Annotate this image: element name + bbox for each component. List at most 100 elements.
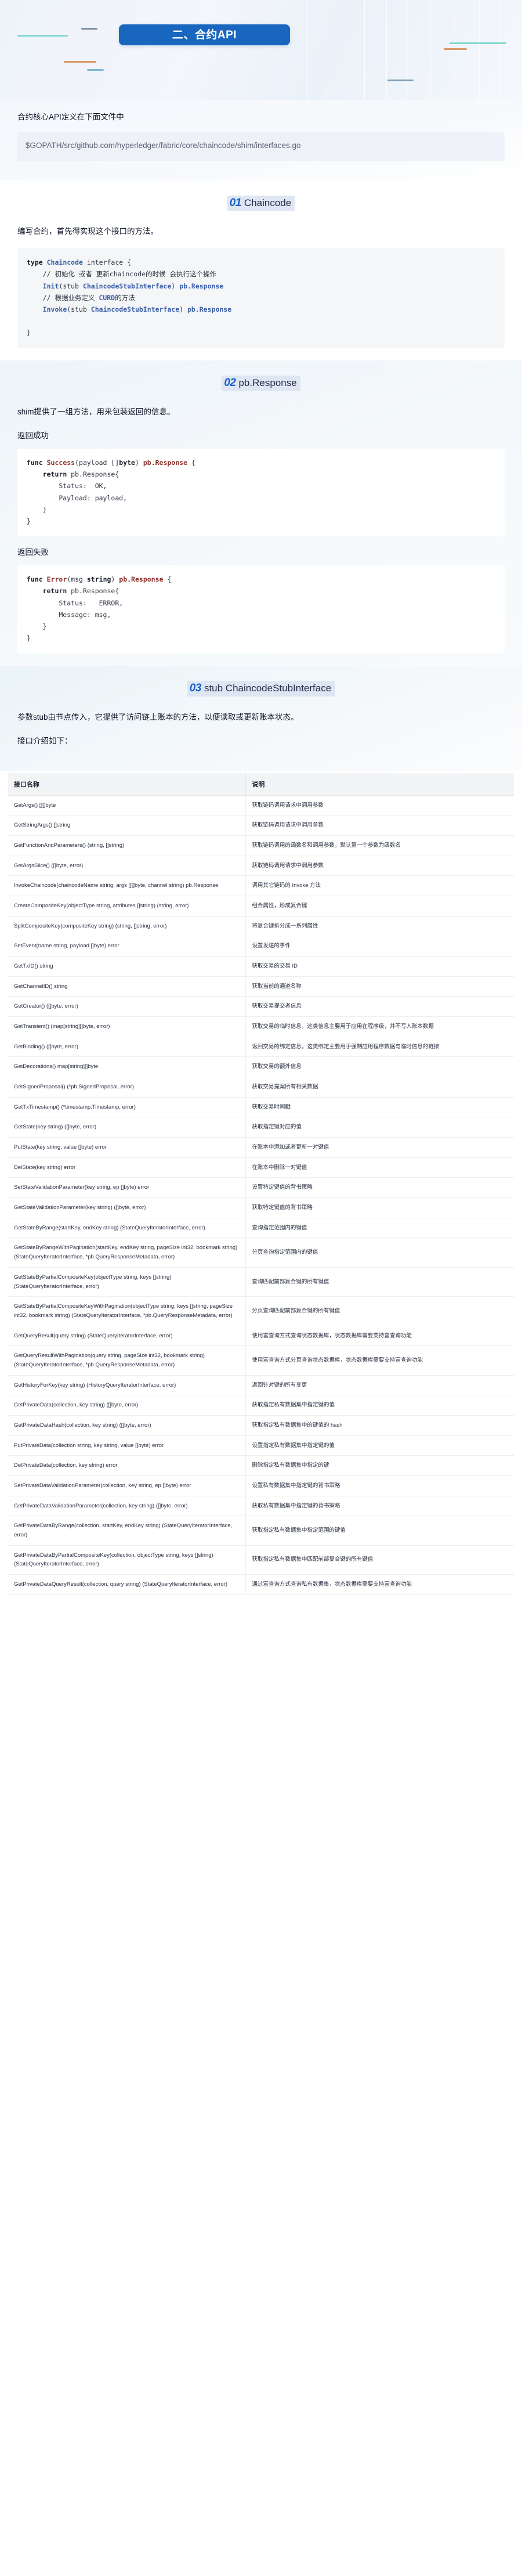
api-desc-cell: 设置特定键值的背书策略 <box>245 1177 514 1199</box>
section-03-heading: 03 stub ChaincodeStubInterface <box>17 681 505 697</box>
api-name-cell: GetArgs() [][]byte <box>8 795 246 816</box>
table-row: DelState(key string) error 在账本中删除一对键值 <box>8 1157 514 1178</box>
api-desc-cell: 获取当前的通道名称 <box>245 976 514 997</box>
api-name-cell: GetStateByPartialCompositeKeyWithPaginat… <box>8 1296 246 1326</box>
table-row: GetPrivateDataByPartialCompositeKey(coll… <box>8 1545 514 1575</box>
api-desc-cell: 获取交易提案所有相关数据 <box>245 1077 514 1098</box>
section-02-pb-response: 02 pb.Response shim提供了一组方法，用来包装返回的信息。 返回成… <box>0 360 522 666</box>
api-name-cell: GetPrivateDataHash(collection, key strin… <box>8 1415 246 1436</box>
table-row: GetStateByRangeWithPagination(startKey, … <box>8 1238 514 1268</box>
table-row: GetTxTimestamp() (*timestamp.Timestamp, … <box>8 1097 514 1118</box>
section-01-paragraph: 编写合约，首先得实现这个接口的方法。 <box>17 227 158 236</box>
api-name-cell: GetStringArgs() []string <box>8 815 246 836</box>
api-desc-cell: 获取链码调用请求中调用参数 <box>245 856 514 876</box>
decor-dash-orange-2 <box>444 48 467 50</box>
api-desc-cell: 将复合键拆分成一系列属性 <box>245 916 514 937</box>
table-row: GetHistoryForKey(key string) (HistoryQue… <box>8 1375 514 1396</box>
api-desc-cell: 获取交易的额外信息 <box>245 1056 514 1078</box>
api-name-cell: GetSignedProposal() (*pb.SignedProposal,… <box>8 1077 246 1098</box>
api-desc-cell: 调用其它链码的 Invoke 方法 <box>245 875 514 897</box>
table-row: GetChannelID() string 获取当前的通道名称 <box>8 976 514 997</box>
table-row: CreateCompositeKey(objectType string, at… <box>8 896 514 917</box>
api-desc-cell: 获取私有数据集中指定键的背书策略 <box>245 1496 514 1517</box>
error-func-code: func Error(msg string) pb.Response { ret… <box>17 565 505 654</box>
api-desc-cell: 获取指定私有数据集中指定键的值 <box>245 1395 514 1416</box>
section-02-title: pb.Response <box>238 377 297 389</box>
api-name-cell: GetPrivateDataByPartialCompositeKey(coll… <box>8 1545 246 1575</box>
api-name-cell: GetPrivateDataValidationParameter(collec… <box>8 1496 246 1517</box>
section-02-paragraph: shim提供了一组方法，用来包装返回的信息。 <box>17 407 175 416</box>
success-func-code: func Success(payload []byte) pb.Response… <box>17 449 505 536</box>
api-desc-cell: 获取指定键对应的值 <box>245 1117 514 1138</box>
api-name-cell: GetTransient() (map[string][]byte, error… <box>8 1016 246 1037</box>
table-header-row: 接口名称 说明 <box>8 773 514 796</box>
api-name-cell: GetTxTimestamp() (*timestamp.Timestamp, … <box>8 1097 246 1118</box>
table-row: PutState(key string, value []byte) error… <box>8 1137 514 1158</box>
table-header-desc: 说明 <box>245 773 514 796</box>
api-desc-cell: 获取交易的临时信息，这类信息主要用于应用在程序级，并不写入账本数据 <box>245 1016 514 1037</box>
api-name-cell: GetQueryResultWithPagination(query strin… <box>8 1345 246 1376</box>
table-row: GetStringArgs() []string 获取链码调用请求中调用参数 <box>8 815 514 836</box>
api-desc-cell: 设置指定私有数据集中指定键的值 <box>245 1435 514 1456</box>
api-name-cell: PutState(key string, value []byte) error <box>8 1137 246 1158</box>
table-row: GetStateByRange(startKey, endKey string)… <box>8 1218 514 1239</box>
api-desc-cell: 获取链码调用请求中调用参数 <box>245 815 514 836</box>
api-name-cell: GetCreator() ([]byte, error) <box>8 996 246 1018</box>
api-desc-cell: 获取链码调用的函数名和调用参数，默认第一个参数为函数名 <box>245 835 514 856</box>
table-row: GetArgsSlice() ([]byte, error) 获取链码调用请求中调… <box>8 856 514 876</box>
api-desc-cell: 获取交易的交易 ID <box>245 956 514 977</box>
table-row: GetPrivateDataByRange(collection, startK… <box>8 1516 514 1546</box>
error-label: 返回失败 <box>17 547 49 557</box>
api-name-cell: GetStateValidationParameter(key string) … <box>8 1197 246 1218</box>
success-label: 返回成功 <box>17 431 49 440</box>
section-03-stub: 03 stub ChaincodeStubInterface 参数stub由节点传… <box>0 666 522 771</box>
decor-dash-teal-1 <box>17 35 68 37</box>
table-row: GetCreator() ([]byte, error) 获取交易提交者信息 <box>8 996 514 1018</box>
api-desc-cell: 获取指定私有数据集中的键值的 hash <box>245 1415 514 1436</box>
interfaces-path-block: $GOPATH/src/github.com/hyperledger/fabri… <box>17 132 505 161</box>
table-row: GetStateByPartialCompositeKeyWithPaginat… <box>8 1296 514 1326</box>
table-row: GetPrivateDataQueryResult(collection, qu… <box>8 1574 514 1595</box>
table-row: GetFunctionAndParameters() (string, []st… <box>8 835 514 856</box>
api-name-cell: GetArgsSlice() ([]byte, error) <box>8 856 246 876</box>
table-row: GetState(key string) ([]byte, error) 获取指定… <box>8 1117 514 1138</box>
api-desc-cell: 查询匹配前部复合键的所有键值 <box>245 1267 514 1297</box>
decor-dash-steel-1 <box>387 80 414 81</box>
api-desc-cell: 分页查询匹配前部复合键的所有键值 <box>245 1296 514 1326</box>
hero-banner: 二、合约API <box>119 24 290 45</box>
api-desc-cell: 设置私有数据集中指定键的背书策略 <box>245 1475 514 1496</box>
table-row: GetStateValidationParameter(key string) … <box>8 1197 514 1218</box>
api-table: 接口名称 说明 GetArgs() [][]byte 获取链码调用请求中调用参数 G… <box>8 773 514 1595</box>
section-01-chaincode: 01 Chaincode 编写合约，首先得实现这个接口的方法。 type Chai… <box>0 180 522 361</box>
section-02-heading: 02 pb.Response <box>17 376 505 391</box>
api-name-cell: GetState(key string) ([]byte, error) <box>8 1117 246 1138</box>
section-01-number: 01 <box>229 196 242 209</box>
api-desc-cell: 获取特定键值的背书策略 <box>245 1197 514 1218</box>
table-row: GetStateByPartialCompositeKey(objectType… <box>8 1267 514 1297</box>
api-desc-cell: 获取链码调用请求中调用参数 <box>245 795 514 816</box>
api-desc-cell: 获取指定私有数据集中匹配前部复合键的所有键值 <box>245 1545 514 1575</box>
api-name-cell: GetTxID() string <box>8 956 246 977</box>
table-row: GetPrivateData(collection, key string) (… <box>8 1395 514 1416</box>
table-row: DelPrivateData(collection, key string) e… <box>8 1455 514 1476</box>
api-name-cell: GetFunctionAndParameters() (string, []st… <box>8 835 246 856</box>
api-desc-cell: 组合属性，形成复合键 <box>245 896 514 917</box>
article-page: 二、合约API 合约核心API定义在下面文件中 $GOPATH/src/gith… <box>0 0 522 1612</box>
section-01-heading: 01 Chaincode <box>17 195 505 211</box>
api-name-cell: GetPrivateDataByRange(collection, startK… <box>8 1516 246 1546</box>
decor-dash-blue-1 <box>87 69 104 71</box>
table-row: GetDecorations() map[string][]byte 获取交易的额… <box>8 1056 514 1078</box>
table-row: GetQueryResultWithPagination(query strin… <box>8 1345 514 1376</box>
api-desc-cell: 通过富查询方式查询私有数据集，状态数据库需要支持富查询功能 <box>245 1574 514 1595</box>
api-name-cell: GetChannelID() string <box>8 976 246 997</box>
chaincode-interface-code: type Chaincode interface { // 初始化 或者 更新c… <box>17 248 505 348</box>
api-desc-cell: 获取指定私有数据集中指定范围的键值 <box>245 1516 514 1546</box>
api-name-cell: GetStateByPartialCompositeKey(objectType… <box>8 1267 246 1297</box>
api-name-cell: SetEvent(name string, payload []byte) er… <box>8 936 246 957</box>
api-name-cell: GetQueryResult(query string) (StateQuery… <box>8 1326 246 1347</box>
api-name-cell: PutPrivateData(collection string, key st… <box>8 1435 246 1456</box>
api-desc-cell: 获取交易提交者信息 <box>245 996 514 1018</box>
table-row: SetStateValidationParameter(key string, … <box>8 1177 514 1199</box>
api-name-cell: GetBinding() ([]byte, error) <box>8 1037 246 1058</box>
api-desc-cell: 使用富查询方式查询状态数据库，状态数据库需要支持富查询功能 <box>245 1326 514 1347</box>
